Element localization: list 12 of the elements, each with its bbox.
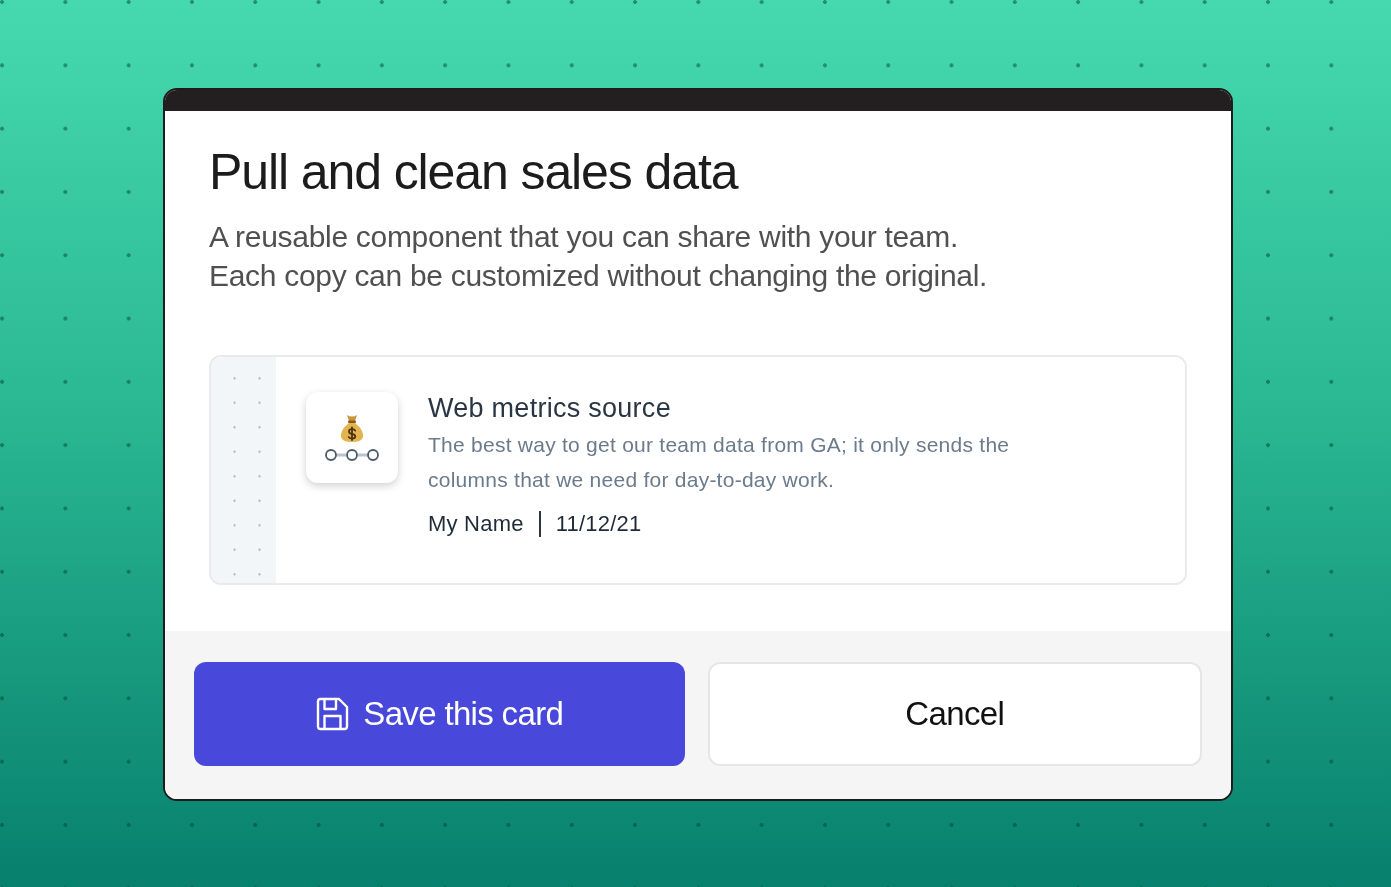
save-icon	[315, 697, 350, 731]
card-date: 11/12/21	[555, 510, 642, 538]
cancel-button[interactable]: Cancel	[707, 662, 1202, 766]
dialog-description: Each copy can be customized without changing the original.	[209, 258, 989, 294]
author-name: My Name	[428, 510, 524, 538]
money-bag-icon	[339, 413, 365, 443]
save-card-button[interactable]: Save this card	[194, 662, 685, 766]
dialog-description: A reusable component that you can share with your team.	[209, 219, 959, 255]
dialog-title: Pull and clean sales data	[209, 143, 740, 201]
card-title: Web metrics source	[428, 392, 672, 424]
connected-nodes-icon	[325, 448, 379, 462]
card-description: The best way to get our team data from GA; it only sends the columns that we need for day-to-day work.	[428, 432, 1011, 493]
